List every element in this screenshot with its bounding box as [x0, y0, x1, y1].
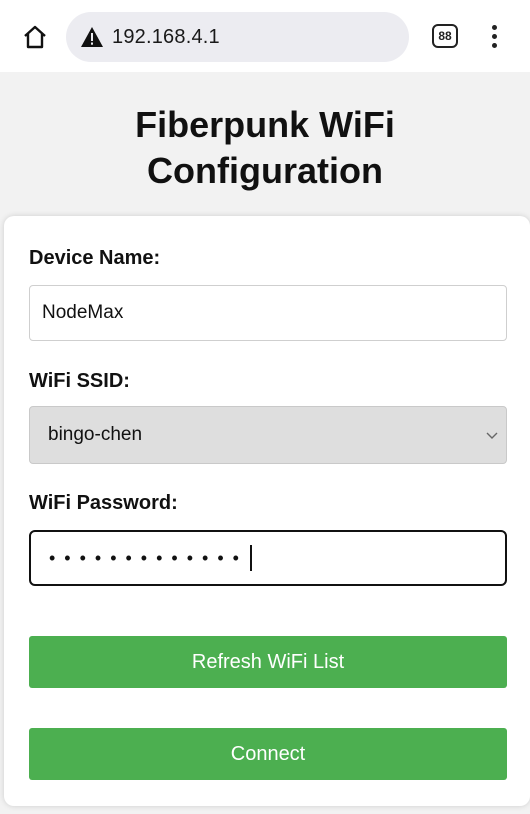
vertical-dots-icon[interactable] — [480, 20, 508, 52]
wifi-ssid-label: WiFi SSID: — [29, 370, 130, 392]
browser-toolbar: 192.168.4.1 88 — [0, 0, 530, 72]
address-bar[interactable]: 192.168.4.1 — [66, 12, 409, 62]
refresh-wifi-list-button[interactable]: Refresh WiFi List — [29, 636, 507, 688]
wifi-password-input[interactable]: ••••••••••••• — [29, 530, 507, 586]
page-title-line-2: Configuration — [147, 150, 383, 191]
warning-triangle-icon[interactable] — [80, 26, 104, 48]
tab-switcher-button[interactable]: 88 — [432, 24, 458, 48]
url-text: 192.168.4.1 — [112, 25, 220, 48]
wifi-ssid-selected-value: bingo-chen — [48, 424, 143, 445]
config-form-card: Device Name: WiFi SSID: bingo-chen WiFi … — [4, 216, 530, 806]
connect-button[interactable]: Connect — [29, 728, 507, 780]
chevron-down-icon — [486, 432, 498, 439]
device-name-label: Device Name: — [29, 247, 161, 269]
device-name-input[interactable] — [29, 285, 507, 341]
password-mask: ••••••••••••• — [49, 547, 248, 568]
page-title-line-1: Fiberpunk WiFi — [135, 104, 395, 145]
text-caret — [249, 545, 252, 571]
home-icon[interactable] — [18, 20, 52, 54]
page-title: Fiberpunk WiFi Configuration — [0, 102, 530, 194]
wifi-password-label: WiFi Password: — [29, 492, 178, 514]
wifi-ssid-select[interactable]: bingo-chen — [29, 406, 507, 464]
